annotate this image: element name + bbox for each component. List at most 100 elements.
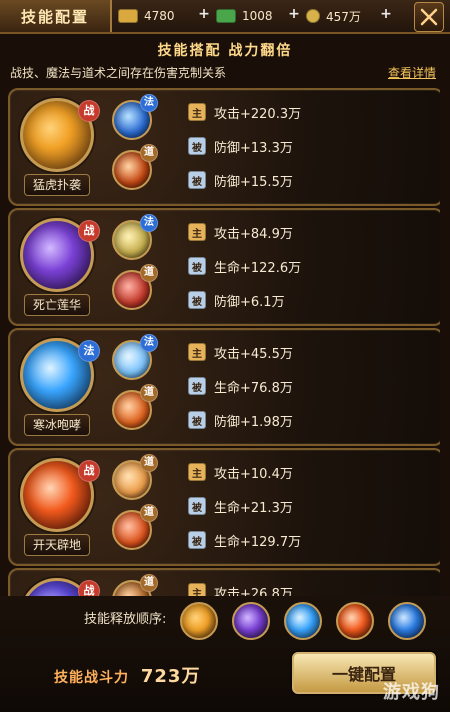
secondary-skill-icon[interactable]: 道 [112, 144, 158, 190]
cash-count: 1008 [242, 9, 273, 23]
skill-power-value: 723万 [140, 666, 201, 687]
coin-icon [306, 9, 320, 23]
skill-type-badge: 战 [78, 580, 100, 596]
skill-release-order-label: 技能释放顺序: [84, 612, 167, 627]
blue-orb-skill-icon[interactable] [388, 602, 426, 640]
skill-tag: 道 [140, 264, 158, 282]
secondary-skill-icon[interactable]: 法 [112, 334, 158, 380]
gold-ingot-icon [118, 9, 138, 23]
sub-label-icon: 被 [188, 497, 206, 515]
top-bar: 技能配置 4780 + 1008 + 457万 + [0, 0, 450, 34]
main-label-icon: 主 [188, 583, 206, 596]
add-coin-button[interactable]: + [378, 6, 394, 22]
skill-tag: 法 [140, 94, 158, 112]
sub-label-icon: 被 [188, 291, 206, 309]
skill-combo-title: 技能搭配 战力翻倍 [157, 43, 293, 59]
main-label-icon: 主 [188, 343, 206, 361]
skill-tag: 法 [140, 334, 158, 352]
add-cash-button[interactable]: + [286, 6, 302, 22]
counter-relationship-text: 战技、魔法与道术之间存在伤害克制关系 [10, 66, 227, 80]
skill-name: 死亡莲华 [24, 294, 90, 316]
skill-type-badge: 法 [78, 340, 100, 362]
sub-label-icon: 被 [188, 137, 206, 155]
stat-row: 被 防御+13.3万 [188, 134, 293, 158]
stat-row: 主 攻击+84.9万 [188, 220, 293, 244]
stat-text: 攻击+45.5万 [214, 346, 293, 362]
fire-slash-skill-icon[interactable] [336, 602, 374, 640]
skill-tag: 道 [140, 384, 158, 402]
window-title: 技能配置 [0, 0, 112, 32]
secondary-skill-icon[interactable]: 法 [112, 94, 158, 140]
skill-card[interactable]: 战 死亡莲华 法 道 主 攻击+84.9万 被 生命+122.6万 被 防御+6… [8, 208, 440, 326]
sub-label-icon: 被 [188, 257, 206, 275]
stat-row: 被 防御+15.5万 [188, 168, 293, 192]
sub-label-icon: 被 [188, 531, 206, 549]
skill-card[interactable]: 战 道 主 攻击+26.8万 [8, 568, 440, 596]
skill-name: 猛虎扑袭 [24, 174, 90, 196]
skill-type-badge: 战 [78, 100, 100, 122]
stat-row: 被 防御+6.1万 [188, 288, 285, 312]
skill-card[interactable]: 战 开天辟地 道 道 主 攻击+10.4万 被 生命+21.3万 被 生命+12… [8, 448, 440, 566]
watermark-text: 游戏狗 [383, 682, 440, 703]
sub-label-icon: 被 [188, 411, 206, 429]
stat-text: 生命+122.6万 [214, 260, 302, 276]
crossed-swords-icon [420, 8, 438, 26]
stat-row: 主 攻击+10.4万 [188, 460, 293, 484]
gold-ingot-resource: 4780 [118, 6, 175, 26]
stat-text: 防御+1.98万 [214, 414, 293, 430]
stat-row: 主 攻击+26.8万 [188, 580, 293, 596]
skill-config-list[interactable]: 战 猛虎扑袭 法 道 主 攻击+220.3万 被 防御+13.3万 被 防御+1… [8, 88, 440, 596]
cash-icon [216, 9, 236, 23]
view-details-link[interactable]: 查看详情 [388, 64, 436, 81]
stat-row: 被 生命+122.6万 [188, 254, 301, 278]
stat-text: 生命+21.3万 [214, 500, 293, 516]
stat-row: 主 攻击+220.3万 [188, 100, 301, 124]
stat-text: 防御+13.3万 [214, 140, 293, 156]
death-lotus-skill-icon[interactable] [232, 602, 270, 640]
skill-type-badge: 战 [78, 220, 100, 242]
coin-resource: 457万 [306, 6, 361, 26]
stat-row: 被 生命+21.3万 [188, 494, 293, 518]
stat-text: 防御+15.5万 [214, 174, 293, 190]
skill-card[interactable]: 法 寒冰咆哮 法 道 主 攻击+45.5万 被 生命+76.8万 被 防御+1.… [8, 328, 440, 446]
skill-name: 开天辟地 [24, 534, 90, 556]
skill-tag: 道 [140, 504, 158, 522]
secondary-skill-icon[interactable]: 道 [112, 454, 158, 500]
main-label-icon: 主 [188, 103, 206, 121]
stat-text: 攻击+10.4万 [214, 466, 293, 482]
sub-label-icon: 被 [188, 171, 206, 189]
secondary-skill-icon[interactable]: 道 [112, 264, 158, 310]
skill-tag: 法 [140, 214, 158, 232]
skill-power: 技能战斗力 723万 [54, 662, 200, 688]
secondary-skill-icon[interactable]: 道 [112, 574, 158, 596]
stat-text: 防御+6.1万 [214, 294, 285, 310]
bottom-panel: 技能释放顺序: 技能战斗力 723万 一键配置 游戏狗 [0, 596, 450, 712]
skill-name: 寒冰咆哮 [24, 414, 90, 436]
gold-ingot-count: 4780 [144, 9, 175, 23]
secondary-skill-icon[interactable]: 道 [112, 504, 158, 550]
stat-text: 攻击+84.9万 [214, 226, 293, 242]
skill-tag: 道 [140, 144, 158, 162]
main-label-icon: 主 [188, 463, 206, 481]
stat-row: 被 生命+129.7万 [188, 528, 301, 552]
skill-card[interactable]: 战 猛虎扑袭 法 道 主 攻击+220.3万 被 防御+13.3万 被 防御+1… [8, 88, 440, 206]
stat-row: 被 防御+1.98万 [188, 408, 293, 432]
skill-power-label: 技能战斗力 [54, 670, 129, 686]
skill-type-badge: 战 [78, 460, 100, 482]
coin-count: 457万 [326, 9, 361, 24]
close-button[interactable] [414, 2, 444, 32]
stat-text: 攻击+26.8万 [214, 586, 293, 597]
tiger-strike-skill-icon[interactable] [180, 602, 218, 640]
ice-roar-skill-icon[interactable] [284, 602, 322, 640]
cash-resource: 1008 [216, 6, 273, 26]
secondary-skill-icon[interactable]: 法 [112, 214, 158, 260]
skill-combo-header: 技能搭配 战力翻倍 战技、魔法与道术之间存在伤害克制关系 查看详情 [0, 34, 450, 88]
secondary-skill-icon[interactable]: 道 [112, 384, 158, 430]
stat-text: 生命+129.7万 [214, 534, 302, 550]
stat-row: 被 生命+76.8万 [188, 374, 293, 398]
add-gold-button[interactable]: + [196, 6, 212, 22]
stat-text: 攻击+220.3万 [214, 106, 302, 122]
stat-text: 生命+76.8万 [214, 380, 293, 396]
skill-release-order [180, 602, 426, 640]
skill-tag: 道 [140, 454, 158, 472]
